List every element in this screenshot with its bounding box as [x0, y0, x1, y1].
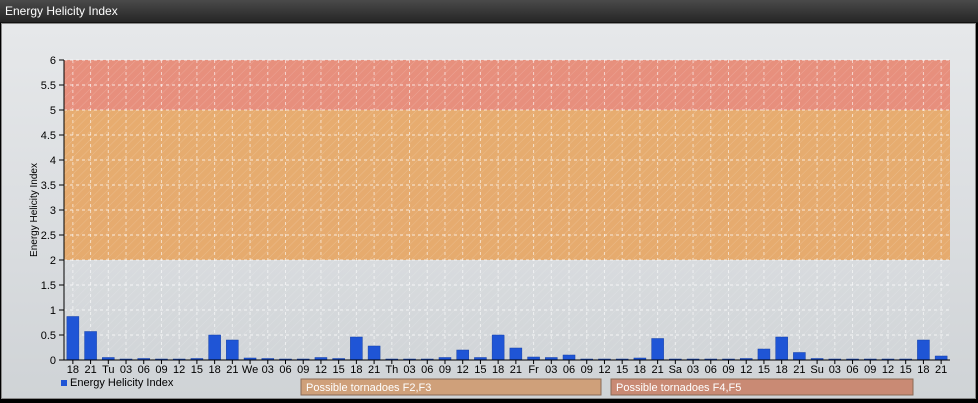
y-tick-label: 5.5: [41, 80, 56, 92]
x-tick-label: 03: [829, 364, 841, 376]
bar: [456, 349, 469, 361]
x-tick-label: 06: [138, 364, 150, 376]
x-tick-label: 09: [297, 364, 309, 376]
y-tick-label: 1: [50, 305, 56, 317]
legend-swatch: [61, 380, 67, 386]
y-tick-label: 1.5: [41, 280, 56, 292]
zone-badge-label: Possible tornadoes F2,F3: [306, 382, 431, 394]
x-tick-label: 18: [208, 364, 220, 376]
x-tick-label: 18: [917, 364, 929, 376]
ehi-chart: 0 0.5 1 1.5 2 2.5 3 3.5 4 4.5 5 5.5 6 Energy Helicit…: [29, 55, 950, 396]
x-tick-label: 09: [722, 364, 734, 376]
bar: [350, 336, 363, 361]
bar: [793, 352, 806, 361]
x-tick-label: 21: [510, 364, 522, 376]
bar: [757, 348, 771, 361]
y-axis-label: Energy Helicity Index: [29, 163, 40, 257]
x-tick-label: 18: [776, 364, 788, 376]
x-tick-label: 03: [403, 364, 415, 376]
x-tick-label: 21: [84, 364, 96, 376]
bar: [562, 354, 576, 361]
bar: [917, 339, 930, 361]
x-tick-label: 15: [616, 364, 628, 376]
x-tick-label: 09: [864, 364, 876, 376]
window-title: Energy Helicity Index: [5, 4, 118, 18]
x-tick-label: 09: [439, 364, 451, 376]
x-tick-label: 15: [333, 364, 345, 376]
x-tick-label: 21: [935, 364, 947, 376]
x-tick-label: 15: [758, 364, 770, 376]
y-tick-label: 6: [50, 55, 56, 67]
x-tick-label: 12: [457, 364, 469, 376]
x-tick-label: 06: [421, 364, 433, 376]
y-tick-label: 3: [50, 205, 56, 217]
x-tick-label: 15: [900, 364, 912, 376]
x-tick-label: 18: [350, 364, 362, 376]
x-tick-label: 12: [315, 364, 327, 376]
x-tick-label: We: [242, 364, 258, 376]
x-tick-label: 06: [705, 364, 717, 376]
y-tick-label: 4.5: [41, 130, 56, 142]
y-tick-label: 0.5: [41, 330, 56, 342]
bar: [651, 338, 664, 361]
x-tick-label: 03: [545, 364, 557, 376]
x-tick-label: Sa: [669, 364, 683, 376]
bar: [367, 345, 381, 361]
y-tick-label: 5: [50, 105, 56, 117]
y-tick-label: 2.5: [41, 230, 56, 242]
x-tick-label: 06: [846, 364, 858, 376]
bar: [66, 316, 80, 361]
x-tick-label: 15: [474, 364, 486, 376]
bar: [226, 339, 239, 361]
x-tick-label: 03: [687, 364, 699, 376]
x-tick-label: 12: [173, 364, 185, 376]
legend: Energy Helicity Index: [61, 377, 174, 389]
bar: [84, 331, 97, 361]
x-tick-label: 03: [120, 364, 132, 376]
x-tick-label: 06: [563, 364, 575, 376]
x-tick-label: 12: [598, 364, 610, 376]
bar: [509, 347, 523, 361]
bar: [208, 334, 221, 361]
y-tick-label: 4: [50, 155, 56, 167]
x-tick-label: 18: [67, 364, 79, 376]
y-tick-label: 3.5: [41, 180, 56, 192]
x-tick-label: 03: [262, 364, 274, 376]
chart-panel: Energy Helicity Index 0 0.5 1 1.5 2 2.5 3 3.5 4 4…: [0, 0, 978, 400]
x-tick-label: 12: [882, 364, 894, 376]
x-tick-label: Tu: [102, 364, 114, 376]
bar: [491, 334, 505, 361]
x-tick-label: 18: [492, 364, 504, 376]
y-tick-label: 2: [50, 255, 56, 267]
x-tick-label: 09: [581, 364, 593, 376]
zone-badge-label: Possible tornadoes F4,F5: [616, 382, 741, 394]
x-tick-label: 06: [279, 364, 291, 376]
x-tick-label: Su: [810, 364, 823, 376]
x-tick-label: 21: [793, 364, 805, 376]
bar: [934, 355, 948, 361]
x-tick-label: Th: [385, 364, 398, 376]
y-tick-label: 0: [50, 355, 56, 367]
plot-area: 0 0.5 1 1.5 2 2.5 3 3.5 4 4.5 5 5.5 6 Energy Helicit…: [1, 23, 976, 399]
x-tick-label: 21: [368, 364, 380, 376]
x-tick-label: 18: [634, 364, 646, 376]
bar: [775, 336, 788, 361]
x-tick-label: 12: [740, 364, 752, 376]
x-tick-label: 09: [155, 364, 167, 376]
title-bar: Energy Helicity Index: [0, 0, 978, 23]
x-tick-label: Fr: [528, 364, 539, 376]
x-tick-label: 15: [191, 364, 203, 376]
x-tick-label: 21: [651, 364, 663, 376]
x-tick-label: 21: [226, 364, 238, 376]
legend-label: Energy Helicity Index: [70, 377, 174, 389]
